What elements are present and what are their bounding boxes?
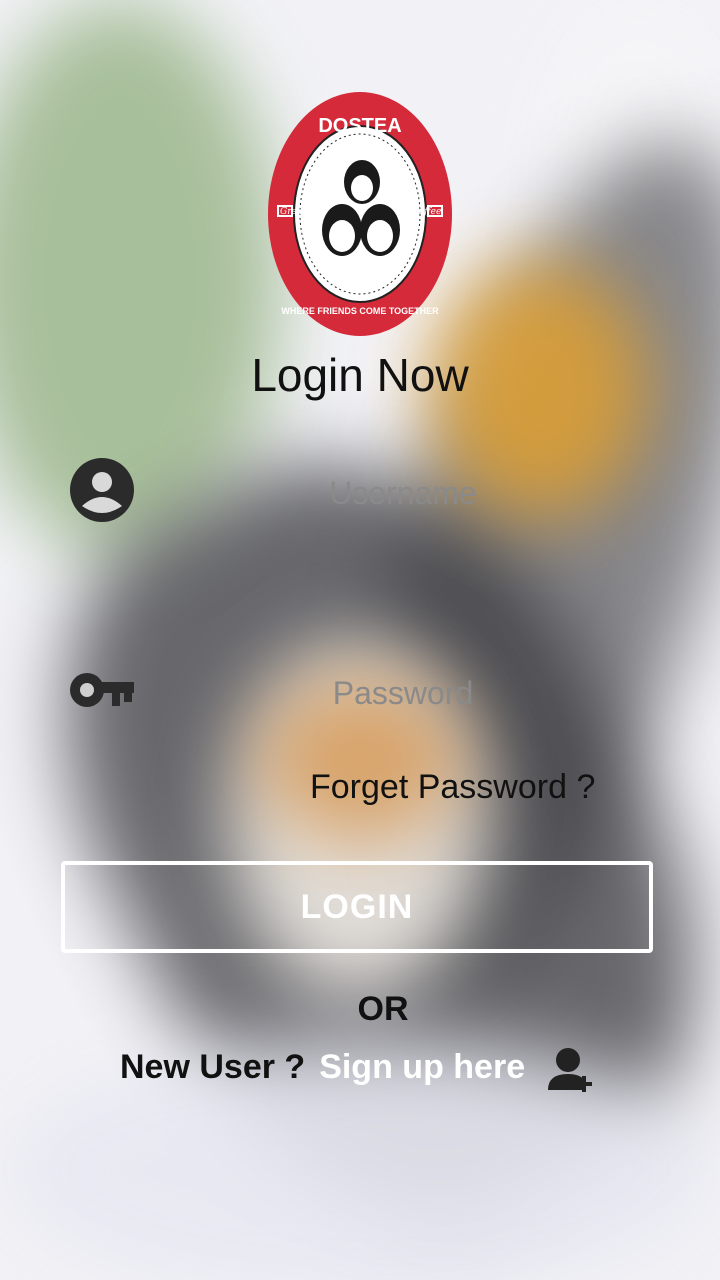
username-input[interactable] [170, 468, 636, 518]
brand-tagline: WHERE FRIENDS COME TOGETHER [281, 306, 439, 316]
login-button[interactable]: LOGIN [61, 861, 653, 953]
signup-link[interactable]: Sign up here [319, 1048, 525, 1087]
new-user-label: New User ? [120, 1048, 306, 1086]
key-icon [70, 673, 134, 707]
or-divider-text: OR [357, 990, 409, 1028]
account-circle-icon [70, 458, 134, 522]
password-input[interactable] [170, 668, 636, 718]
brand-name: DOSTEA [318, 115, 401, 137]
forgot-password-link[interactable]: Forget Password ? [310, 768, 595, 807]
dostea-logo: DOSTEA WHERE FRIENDS COME TOGETHER Great… [268, 92, 452, 336]
signup-row: New User ? Sign up here [120, 1048, 525, 1087]
person-add-icon[interactable] [548, 1046, 596, 1096]
page-title: Login Now [251, 349, 469, 401]
